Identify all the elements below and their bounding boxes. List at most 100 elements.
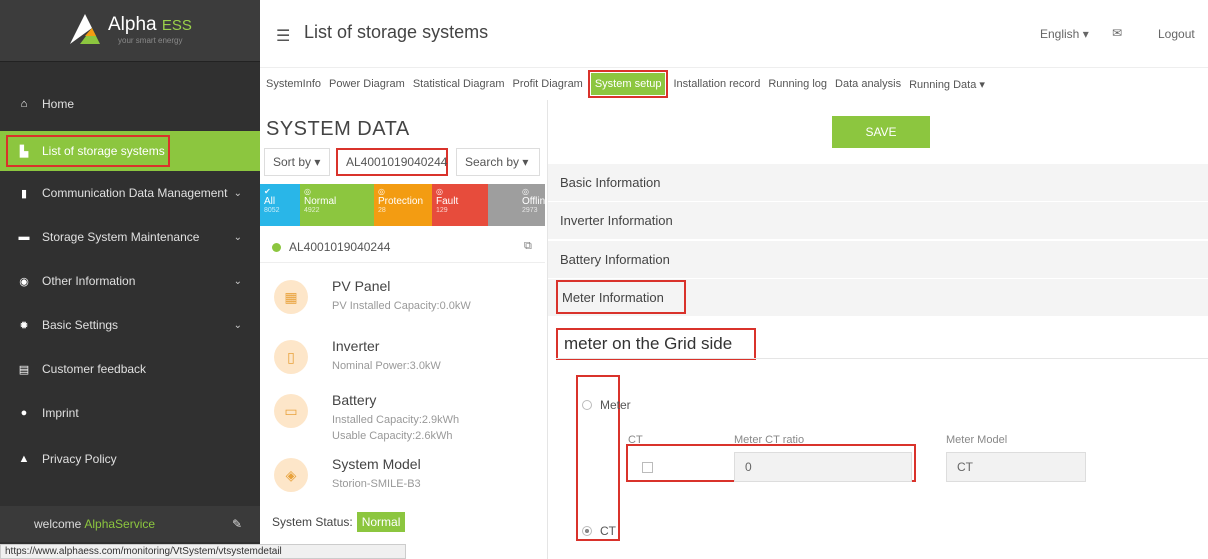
external-link-icon[interactable]: ⧉ bbox=[524, 240, 532, 253]
topbar: ☰ List of storage systems English ▾ ✉ Lo… bbox=[260, 0, 1208, 68]
check-icon: ◎ bbox=[436, 187, 443, 196]
sidebar-item-label: Other Information bbox=[42, 274, 136, 288]
chevron-down-icon: ⌄ bbox=[233, 275, 242, 287]
sidebar-item-other-info[interactable]: ◉ Other Information ⌄ bbox=[0, 261, 260, 301]
status-fault[interactable]: ◎ Fault 129 bbox=[432, 184, 488, 226]
system-model-icon: ◈ bbox=[274, 458, 308, 492]
system-id: AL4001019040244 bbox=[289, 240, 391, 254]
card-icon: ▬ bbox=[18, 231, 30, 243]
tab-power-diagram[interactable]: Power Diagram bbox=[325, 78, 409, 90]
page-title: List of storage systems bbox=[304, 22, 489, 42]
sidebar: Alpha ESS your smart energy ⌂ Home ▙ Lis… bbox=[0, 0, 260, 559]
divider bbox=[260, 262, 545, 263]
welcome-bar: welcome AlphaService ✎ bbox=[0, 506, 260, 542]
status-offline[interactable]: ◎ Offline 2973 bbox=[488, 184, 551, 226]
section-inverter-information[interactable]: Inverter Information bbox=[548, 202, 1208, 240]
system-id-row[interactable]: AL4001019040244 bbox=[272, 240, 390, 254]
status-protection[interactable]: ◎ Protection 28 bbox=[374, 184, 432, 226]
sidebar-item-label: Privacy Policy bbox=[42, 452, 117, 466]
tab-installation-record[interactable]: Installation record bbox=[669, 78, 764, 90]
search-by-dropdown[interactable]: Search by ▾ bbox=[456, 148, 540, 176]
chevron-down-icon: ⌄ bbox=[233, 319, 242, 331]
status-filter-strip: ✔ All 8052 ◎ Normal 4922 ◎ Protection 28… bbox=[260, 184, 551, 226]
sort-by-dropdown[interactable]: Sort by ▾ bbox=[264, 148, 330, 176]
model-label: Meter Model bbox=[946, 434, 1008, 446]
sidebar-item-label: Home bbox=[42, 97, 75, 111]
system-data-panel: SYSTEM DATA Sort by ▾ AL4001019040244 Se… bbox=[260, 112, 551, 559]
tab-profit-diagram[interactable]: Profit Diagram bbox=[509, 78, 587, 90]
status-normal[interactable]: ◎ Normal 4922 bbox=[300, 184, 374, 226]
chevron-down-icon: ⌄ bbox=[233, 187, 242, 199]
home-icon: ⌂ bbox=[20, 98, 28, 110]
solar-panel-icon: ▦ bbox=[274, 280, 308, 314]
highlight-box bbox=[6, 135, 170, 167]
inverter-icon: ▯ bbox=[274, 340, 308, 374]
section-basic-information[interactable]: Basic Information bbox=[548, 164, 1208, 202]
check-icon: ◎ bbox=[304, 187, 311, 196]
sidebar-item-privacy[interactable]: ▲ Privacy Policy bbox=[0, 439, 260, 479]
edit-icon[interactable]: ✎ bbox=[232, 517, 242, 531]
brand-name: Alpha ESS bbox=[108, 14, 192, 35]
document-icon: ▮ bbox=[20, 187, 28, 200]
welcome-user[interactable]: AlphaService bbox=[84, 517, 155, 531]
list-icon: ▤ bbox=[18, 363, 30, 376]
section-battery-information[interactable]: Battery Information bbox=[548, 241, 1208, 279]
logout-link[interactable]: Logout bbox=[1158, 27, 1195, 41]
meter-model-field[interactable]: CT bbox=[946, 452, 1086, 482]
radio-meter[interactable]: Meter bbox=[582, 398, 631, 412]
search-input[interactable]: AL4001019040244 bbox=[336, 148, 448, 176]
component-battery: ▭ Battery Installed Capacity:2.9kWh Usab… bbox=[274, 392, 544, 444]
sidebar-item-maintenance[interactable]: ▬ Storage System Maintenance ⌄ bbox=[0, 217, 260, 257]
sidebar-item-label: Customer feedback bbox=[42, 362, 147, 376]
sidebar-item-communication[interactable]: ▮ Communication Data Management ⌄ bbox=[0, 173, 260, 213]
status-url-bar: https://www.alphaess.com/monitoring/VtSy… bbox=[0, 544, 406, 559]
eye-icon: ◉ bbox=[19, 275, 29, 288]
lock-icon: ▲ bbox=[18, 453, 30, 465]
tab-running-log[interactable]: Running log bbox=[764, 78, 831, 90]
radio-button[interactable] bbox=[582, 400, 592, 410]
tab-system-setup[interactable]: System setup bbox=[587, 70, 669, 98]
ct-checkbox[interactable] bbox=[642, 462, 653, 473]
tab-running-data[interactable]: Running Data ▾ bbox=[905, 78, 989, 91]
status-all[interactable]: ✔ All 8052 bbox=[260, 184, 300, 226]
sidebar-item-basic-settings[interactable]: ✹ Basic Settings ⌄ bbox=[0, 305, 260, 345]
chevron-down-icon: ⌄ bbox=[233, 231, 242, 243]
tab-statistical-diagram[interactable]: Statistical Diagram bbox=[409, 78, 509, 90]
sidebar-item-label: Communication Data Management bbox=[42, 186, 228, 200]
app-root: Alpha ESS your smart energy ⌂ Home ▙ Lis… bbox=[0, 0, 1208, 559]
status-badge: Normal bbox=[356, 512, 406, 532]
component-system-model: ◈ System Model Storion-SMILE-B3 bbox=[274, 456, 544, 508]
system-status: System Status: Normal bbox=[272, 512, 406, 532]
save-button[interactable]: SAVE bbox=[832, 116, 930, 148]
sidebar-item-home[interactable]: ⌂ Home bbox=[0, 84, 260, 124]
info-icon: ● bbox=[20, 407, 28, 419]
divider bbox=[556, 358, 1208, 359]
section-meter-information[interactable]: Meter Information bbox=[556, 280, 686, 314]
logo[interactable]: Alpha ESS your smart energy bbox=[0, 0, 260, 62]
mail-icon[interactable]: ✉ bbox=[1112, 26, 1122, 40]
system-data-title: SYSTEM DATA bbox=[266, 118, 410, 140]
battery-installed: Installed Capacity:2.9kWh bbox=[332, 414, 460, 426]
sidebar-item-imprint[interactable]: ● Imprint bbox=[0, 393, 260, 433]
radio-button[interactable] bbox=[582, 526, 592, 536]
online-dot-icon bbox=[272, 242, 281, 252]
grid-side-title: meter on the Grid side bbox=[556, 328, 756, 360]
battery-icon: ▭ bbox=[274, 394, 308, 428]
tab-data-analysis[interactable]: Data analysis bbox=[831, 78, 905, 90]
sidebar-item-storage-systems[interactable]: ▙ List of storage systems bbox=[0, 131, 260, 171]
sidebar-item-feedback[interactable]: ▤ Customer feedback bbox=[0, 349, 260, 389]
menu-icon[interactable]: ☰ bbox=[276, 26, 290, 46]
check-icon: ◎ bbox=[378, 187, 385, 196]
sidebar-item-label: Storage System Maintenance bbox=[42, 230, 200, 244]
check-icon: ◎ bbox=[522, 187, 529, 196]
language-dropdown[interactable]: English ▾ bbox=[1040, 27, 1089, 41]
welcome-text: welcome bbox=[34, 517, 82, 531]
sidebar-item-label: Imprint bbox=[42, 406, 79, 420]
check-icon: ✔ bbox=[264, 187, 271, 196]
meter-ct-ratio-field[interactable]: 0 bbox=[734, 452, 912, 482]
component-inverter: ▯ Inverter Nominal Power:3.0kW bbox=[274, 338, 544, 390]
radio-ct[interactable]: CT bbox=[582, 524, 616, 538]
system-setup-panel: SAVE Basic Information Inverter Informat… bbox=[547, 100, 1208, 559]
component-pv-panel: ▦ PV Panel PV Installed Capacity:0.0kW bbox=[274, 278, 544, 330]
tab-systeminfo[interactable]: SystemInfo bbox=[262, 78, 325, 90]
